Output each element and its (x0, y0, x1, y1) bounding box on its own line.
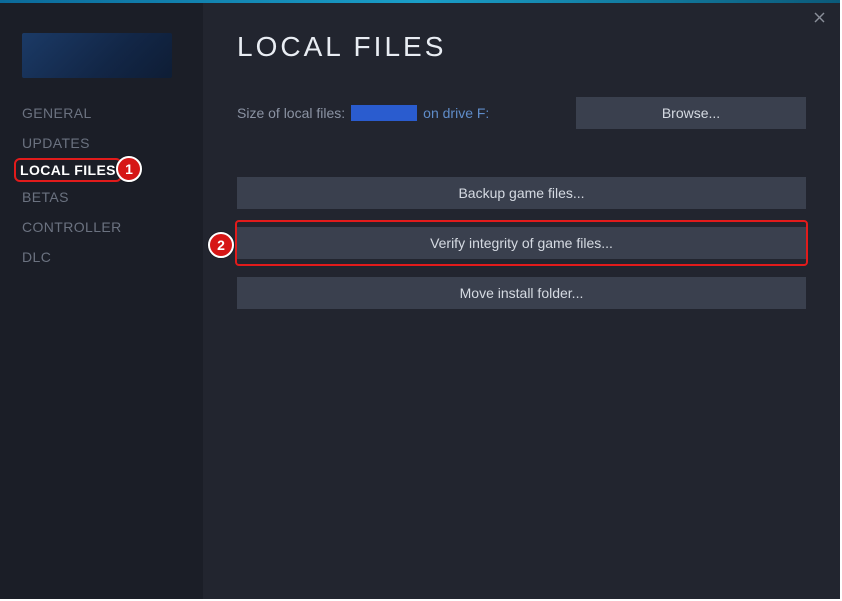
verify-row: Verify integrity of game files... (237, 227, 806, 259)
move-install-folder-button[interactable]: Move install folder... (237, 277, 806, 309)
sidebar-item-dlc[interactable]: DLC (20, 242, 53, 272)
window-body: GENERAL UPDATES LOCAL FILES BETAS CONTRO… (0, 3, 840, 599)
properties-window: GENERAL UPDATES LOCAL FILES BETAS CONTRO… (0, 0, 840, 599)
sidebar-nav: GENERAL UPDATES LOCAL FILES BETAS CONTRO… (0, 98, 203, 272)
drive-label: on drive F: (423, 105, 489, 121)
annotation-badge-1: 1 (116, 156, 142, 182)
annotation-badge-2: 2 (208, 232, 234, 258)
verify-integrity-button[interactable]: Verify integrity of game files... (237, 227, 806, 259)
sidebar-item-updates[interactable]: UPDATES (20, 128, 92, 158)
sidebar-item-general[interactable]: GENERAL (20, 98, 94, 128)
size-value-redacted (351, 105, 417, 121)
page-title: LOCAL FILES (237, 31, 806, 63)
content-panel: LOCAL FILES Size of local files: on driv… (203, 3, 840, 599)
sidebar-item-controller[interactable]: CONTROLLER (20, 212, 124, 242)
size-label: Size of local files: (237, 105, 345, 121)
game-banner (22, 33, 172, 78)
sidebar-item-local-files[interactable]: LOCAL FILES (14, 158, 122, 182)
browse-button[interactable]: Browse... (576, 97, 806, 129)
sidebar: GENERAL UPDATES LOCAL FILES BETAS CONTRO… (0, 3, 203, 599)
backup-game-files-button[interactable]: Backup game files... (237, 177, 806, 209)
sidebar-item-betas[interactable]: BETAS (20, 182, 71, 212)
local-size-row: Size of local files: on drive F: Browse.… (237, 97, 806, 129)
